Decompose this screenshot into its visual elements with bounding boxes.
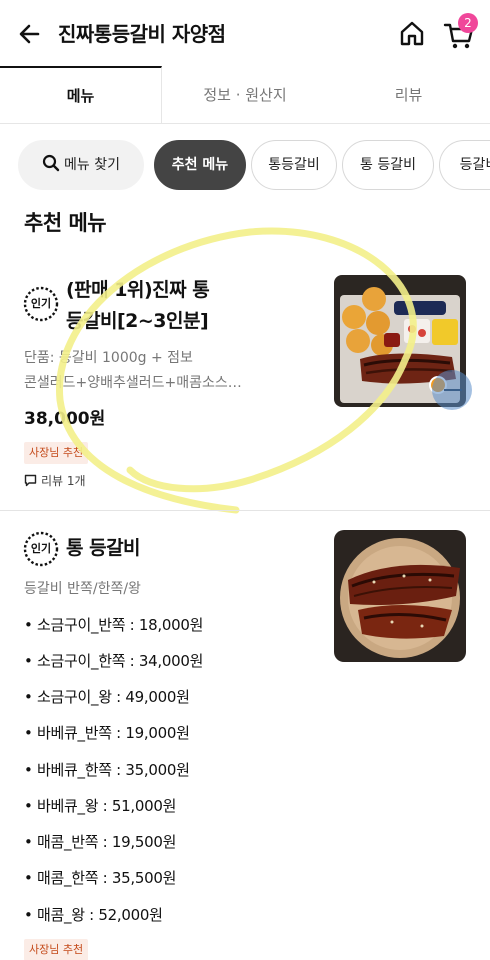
scroll-indicator[interactable] <box>432 370 472 410</box>
option-line: • 매콤_왕 : 52,000원 <box>24 906 163 924</box>
tab-menu[interactable]: 메뉴 <box>0 66 162 124</box>
item-desc-line2: 콘샐러드+양배추샐러드+매콤소스… <box>24 375 242 391</box>
back-arrow-icon[interactable] <box>14 18 46 50</box>
store-tabs: 메뉴 정보 · 원산지 리뷰 <box>0 66 490 124</box>
chip-tong-deunggalbi[interactable]: 통등갈비 <box>251 140 337 190</box>
option-line: • 바베큐_반쪽 : 19,000원 <box>24 724 190 742</box>
comment-icon <box>24 474 37 487</box>
item-desc-line1: 단품: 등갈비 1000g + 점보 <box>24 350 193 366</box>
option-line: • 소금구이_반쪽 : 18,000원 <box>24 616 204 634</box>
popular-badge-label: 인기 <box>30 542 52 555</box>
search-icon <box>42 154 60 172</box>
minus-icon <box>444 389 462 391</box>
item-name-line1: (판매 1위)진짜 통 <box>66 279 210 301</box>
item-photo <box>334 530 466 662</box>
option-line: • 매콤_반쪽 : 19,500원 <box>24 833 177 851</box>
chip-tong-deunggalbi-2[interactable]: 통 등갈비 <box>342 140 434 190</box>
option-line: • 바베큐_왕 : 51,000원 <box>24 797 177 815</box>
chip-recommended[interactable]: 추천 메뉴 <box>154 140 246 190</box>
review-count: 리뷰 1개 <box>24 472 86 490</box>
owner-recommend-tag: 사장님 추천 <box>24 939 89 960</box>
category-chip-bar: 메뉴 찾기 추천 메뉴 통등갈비 통 등갈비 등갈비 <box>0 140 490 192</box>
tab-reviews[interactable]: 리뷰 <box>327 66 490 124</box>
option-line: • 소금구이_왕 : 49,000원 <box>24 688 190 706</box>
item-name: 통 등갈비 <box>66 537 141 559</box>
item-desc: 등갈비 반쪽/한쪽/왕 <box>24 581 141 597</box>
chip-deunggalbi[interactable]: 등갈비 <box>439 140 490 190</box>
option-line: • 소금구이_한쪽 : 34,000원 <box>24 652 204 670</box>
option-line: • 바베큐_한쪽 : 35,000원 <box>24 761 190 779</box>
item-price: 38,000원 <box>24 409 106 429</box>
item-name-line2: 등갈비[2~3인분] <box>66 310 209 332</box>
popular-badge-label: 인기 <box>30 297 52 310</box>
menu-search-label: 메뉴 찾기 <box>64 157 120 173</box>
ribs-plate-image <box>334 530 466 662</box>
section-title: 추천 메뉴 <box>24 211 107 235</box>
app-header: 진짜통등갈비 자양점 2 <box>0 0 490 66</box>
home-icon[interactable] <box>396 17 428 49</box>
menu-search-chip[interactable]: 메뉴 찾기 <box>18 140 144 190</box>
cart-count-badge: 2 <box>458 13 478 33</box>
store-title: 진짜통등갈비 자양점 <box>58 22 226 46</box>
item-divider <box>0 510 490 511</box>
tab-info-origin[interactable]: 정보 · 원산지 <box>163 66 327 124</box>
option-line: • 매콤_한쪽 : 35,500원 <box>24 869 177 887</box>
review-count-label: 리뷰 1개 <box>41 474 86 488</box>
owner-recommend-tag: 사장님 추천 <box>24 442 89 464</box>
